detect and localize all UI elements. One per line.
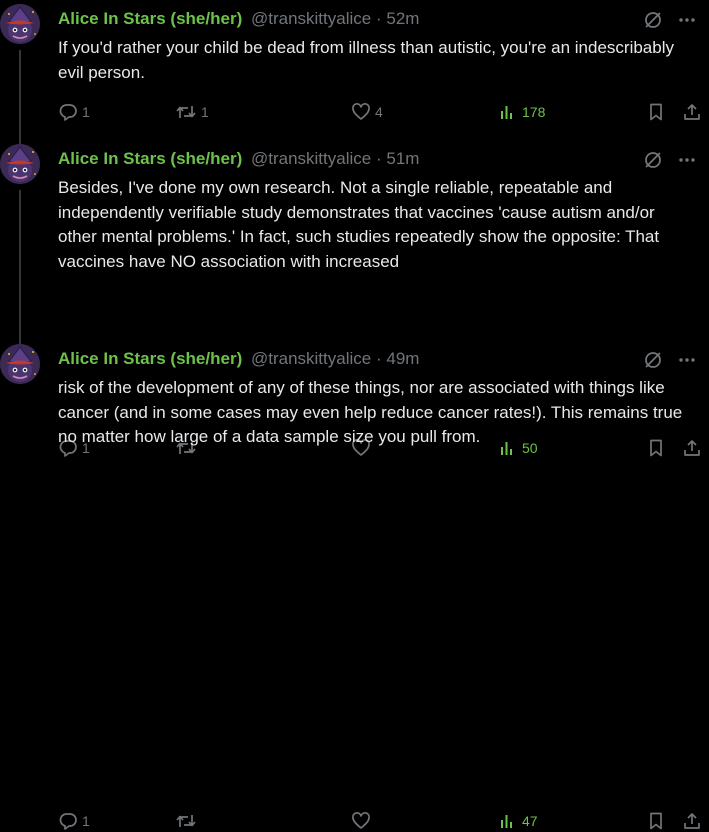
tweet[interactable]: Alice In Stars (she/her) @transkittyalic… bbox=[0, 140, 709, 457]
views-icon bbox=[501, 106, 512, 119]
retweet-button[interactable]: 1 bbox=[175, 102, 209, 122]
more-icon[interactable] bbox=[677, 350, 697, 370]
avatar-image bbox=[0, 344, 40, 384]
tweet[interactable]: Alice In Stars (she/her) @transkittyalic… bbox=[0, 340, 709, 830]
header-icons bbox=[643, 150, 697, 170]
tweet-header: Alice In Stars (she/her) @transkittyalic… bbox=[58, 148, 709, 170]
reply-icon bbox=[59, 104, 77, 121]
bookmark-icon bbox=[650, 812, 662, 830]
like-button[interactable]: 4 bbox=[351, 102, 383, 122]
retweet-icon bbox=[176, 106, 196, 118]
heart-icon bbox=[352, 103, 370, 120]
display-name[interactable]: Alice In Stars (she/her) bbox=[58, 149, 242, 168]
views-button[interactable]: 178 bbox=[498, 102, 545, 122]
views-count: 47 bbox=[522, 813, 538, 829]
grok-icon[interactable] bbox=[643, 150, 663, 170]
avatar[interactable] bbox=[0, 144, 40, 184]
share-icon bbox=[684, 104, 700, 120]
retweet-count: 1 bbox=[201, 104, 209, 120]
user-handle[interactable]: @transkittyalice bbox=[251, 149, 371, 168]
separator-dot: · bbox=[375, 149, 382, 168]
grok-icon[interactable] bbox=[643, 350, 663, 370]
reply-count: 1 bbox=[82, 104, 90, 120]
header-icons bbox=[643, 350, 697, 370]
bookmark-button[interactable] bbox=[646, 102, 666, 122]
bookmark-button[interactable] bbox=[646, 811, 666, 831]
like-count: 4 bbox=[375, 104, 383, 120]
avatar-image bbox=[0, 144, 40, 184]
tweet-text: risk of the development of any of these … bbox=[58, 378, 683, 446]
thread-line bbox=[19, 50, 21, 146]
avatar[interactable] bbox=[0, 4, 40, 44]
like-button[interactable] bbox=[351, 811, 375, 831]
retweet-button[interactable] bbox=[175, 811, 201, 831]
display-name[interactable]: Alice In Stars (she/her) bbox=[58, 9, 242, 28]
more-icon[interactable] bbox=[677, 10, 697, 30]
bookmark-icon bbox=[650, 103, 662, 121]
tweet-text: Besides, I've done my own research. Not … bbox=[58, 178, 660, 271]
reply-button[interactable]: 1 bbox=[58, 811, 90, 831]
thread: Alice In Stars (she/her) @transkittyalic… bbox=[0, 0, 709, 830]
share-icon bbox=[684, 813, 700, 829]
tweet-actions: 1 1 4 178 bbox=[58, 101, 701, 123]
reply-button[interactable]: 1 bbox=[58, 102, 90, 122]
avatar[interactable] bbox=[0, 344, 40, 384]
more-icon[interactable] bbox=[677, 150, 697, 170]
views-button[interactable]: 47 bbox=[498, 811, 538, 831]
views-icon bbox=[501, 815, 512, 828]
user-handle[interactable]: @transkittyalice bbox=[251, 9, 371, 28]
tweet[interactable]: Alice In Stars (she/her) @transkittyalic… bbox=[0, 0, 709, 146]
display-name[interactable]: Alice In Stars (she/her) bbox=[58, 349, 242, 368]
thread-line bbox=[19, 190, 21, 346]
separator-dot: · bbox=[375, 9, 382, 28]
tweet-header: Alice In Stars (she/her) @transkittyalic… bbox=[58, 8, 709, 30]
timestamp[interactable]: 49m bbox=[386, 349, 419, 368]
tweet-header: Alice In Stars (she/her) @transkittyalic… bbox=[58, 348, 709, 370]
separator-dot: · bbox=[375, 349, 382, 368]
reply-count: 1 bbox=[82, 813, 90, 829]
share-button[interactable] bbox=[682, 811, 702, 831]
reply-icon bbox=[59, 813, 77, 830]
timestamp[interactable]: 52m bbox=[386, 9, 419, 28]
avatar-image bbox=[0, 4, 40, 44]
timestamp[interactable]: 51m bbox=[386, 149, 419, 168]
heart-icon bbox=[352, 812, 370, 829]
retweet-icon bbox=[176, 815, 196, 827]
tweet-actions: 1 47 bbox=[58, 810, 701, 832]
grok-icon[interactable] bbox=[643, 10, 663, 30]
user-handle[interactable]: @transkittyalice bbox=[251, 349, 371, 368]
share-button[interactable] bbox=[682, 102, 702, 122]
views-count: 178 bbox=[522, 104, 546, 120]
tweet-text: If you'd rather your child be dead from … bbox=[58, 38, 674, 82]
header-icons bbox=[643, 10, 697, 30]
